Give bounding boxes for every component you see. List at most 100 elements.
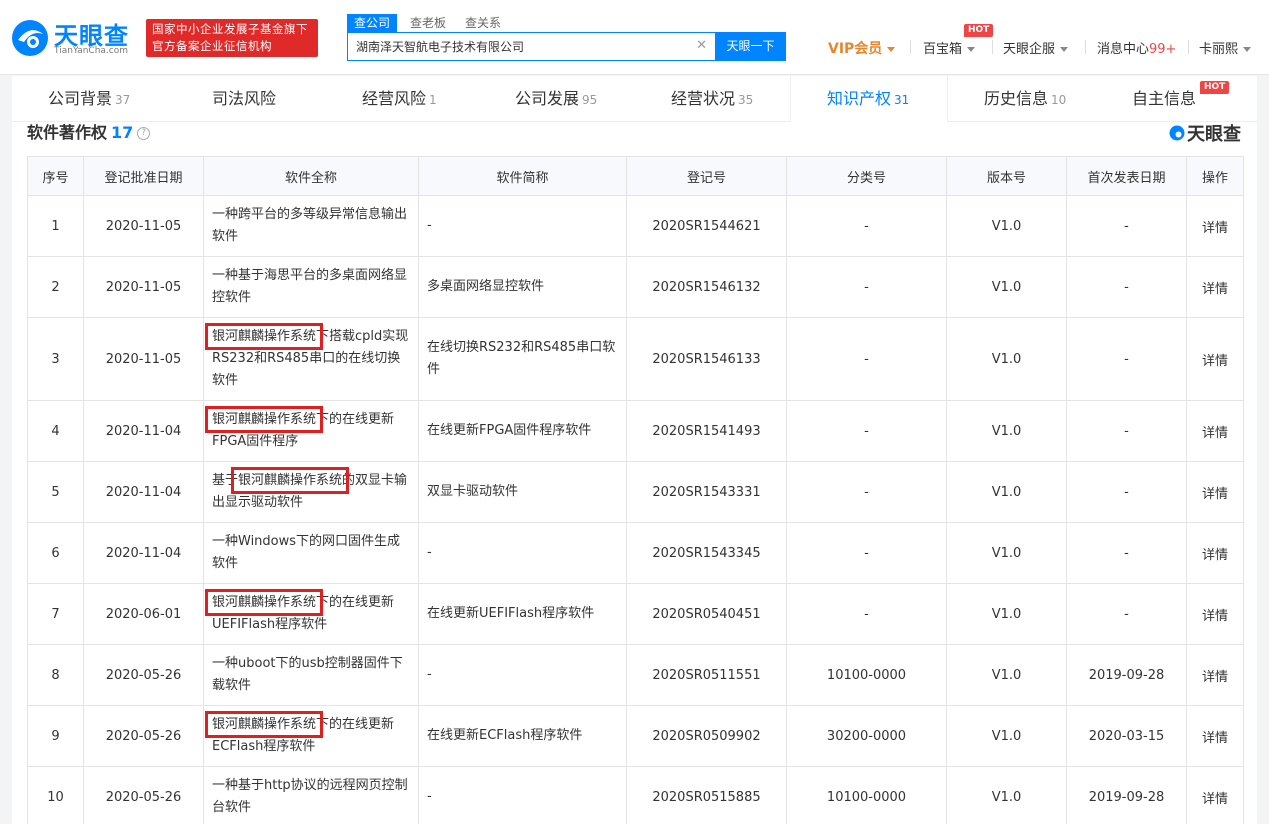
tianyancha-watermark: 天眼查 — [1169, 122, 1241, 145]
cell-short-name: - — [418, 522, 627, 584]
column-header-col-full-name: 软件全称 — [203, 156, 419, 196]
cell-first-publish-date: - — [1066, 317, 1187, 401]
cell-detail-link[interactable]: 详情 — [1186, 195, 1244, 257]
cell-detail-link[interactable]: 详情 — [1186, 522, 1244, 584]
chevron-down-icon — [1060, 47, 1069, 52]
cell-class-no: - — [786, 195, 947, 257]
badge-line-1: 国家中小企业发展子基金旗下 — [152, 22, 308, 36]
tab-label: 经营风险 — [362, 89, 427, 108]
message-count: 99+ — [1149, 42, 1177, 57]
cell-reg-no: 2020SR1541493 — [626, 400, 787, 462]
message-center-link[interactable]: 消息中心99+ — [1097, 38, 1177, 57]
search-input[interactable] — [348, 33, 688, 60]
cell-reg-no: 2020SR1543331 — [626, 461, 787, 523]
cell-version: V1.0 — [946, 644, 1067, 706]
cell-detail-link[interactable]: 详情 — [1186, 705, 1244, 767]
tab-label: 经营状况 — [671, 89, 736, 108]
cell-row-index: 3 — [27, 317, 84, 401]
tab-label: 公司背景 — [48, 89, 113, 108]
search-tab-relation[interactable]: 查关系 — [458, 14, 508, 32]
cell-full-name: 银河麒麟操作系统下的在线更新FPGA固件程序 — [203, 400, 419, 462]
cell-class-no: - — [786, 461, 947, 523]
software-copyright-table: 序号 登记批准日期 软件全称 软件简称 登记号 分类号 版本号 首次发表日期 操作 1 2020-… — [27, 156, 1244, 824]
cell-row-index: 4 — [27, 400, 84, 462]
cell-row-index: 5 — [27, 461, 84, 523]
tab-count: 95 — [582, 93, 598, 107]
table-row: 5 2020-11-04 基于银河麒麟操作系统的双显卡输出显示驱动软件 双显卡驱动软件… — [27, 461, 1244, 523]
cell-detail-link[interactable]: 详情 — [1186, 644, 1244, 706]
tab-operating-status[interactable]: 经营状况 35 — [671, 76, 753, 122]
user-menu[interactable]: 卡丽熙 — [1199, 38, 1252, 57]
cell-first-publish-date: - — [1066, 461, 1187, 523]
cell-detail-link[interactable]: 详情 — [1186, 766, 1244, 824]
column-header-col-index: 序号 — [27, 156, 84, 196]
chevron-down-icon — [1243, 47, 1252, 52]
qiye-label: 天眼企服 — [1003, 42, 1056, 57]
help-icon[interactable]: ? — [137, 127, 151, 140]
cell-class-no: 30200-0000 — [786, 705, 947, 767]
cell-class-no: - — [786, 256, 947, 318]
search-tab-company[interactable]: 查公司 — [347, 14, 398, 32]
cell-version: V1.0 — [946, 705, 1067, 767]
cell-first-publish-date: 2019-09-28 — [1066, 644, 1187, 706]
tab-company-background[interactable]: 公司背景 37 — [48, 76, 130, 122]
cell-short-name: - — [418, 766, 627, 824]
tab-history[interactable]: 历史信息 10 — [984, 76, 1066, 122]
section-title: 软件著作权 17? — [27, 122, 151, 144]
search-tab-boss[interactable]: 查老板 — [403, 14, 453, 32]
cell-detail-link[interactable]: 详情 — [1186, 400, 1244, 462]
search-button[interactable]: 天眼一下 — [715, 32, 786, 61]
cell-first-publish-date: - — [1066, 583, 1187, 645]
cell-first-publish-date: - — [1066, 195, 1187, 257]
cell-detail-link[interactable]: 详情 — [1186, 256, 1244, 318]
column-header-col-approval-date: 登记批准日期 — [83, 156, 204, 196]
qiye-menu[interactable]: 天眼企服 — [1003, 38, 1069, 57]
cell-approval-date: 2020-05-26 — [83, 644, 204, 706]
search-box: ✕ — [347, 32, 715, 61]
cell-reg-no: 2020SR0515885 — [626, 766, 787, 824]
tab-count: 1 — [429, 93, 437, 107]
cell-approval-date: 2020-06-01 — [83, 583, 204, 645]
cell-first-publish-date: - — [1066, 256, 1187, 318]
cell-row-index: 10 — [27, 766, 84, 824]
cell-short-name: 在线更新UEFIFlash程序软件 — [418, 583, 627, 645]
tab-count: 10 — [1051, 93, 1067, 107]
cell-detail-link[interactable]: 详情 — [1186, 583, 1244, 645]
tab-operating-risk[interactable]: 经营风险 1 — [362, 76, 437, 122]
cell-detail-link[interactable]: 详情 — [1186, 461, 1244, 523]
cell-short-name: 双显卡驱动软件 — [418, 461, 627, 523]
cell-row-index: 7 — [27, 583, 84, 645]
section-count: 17 — [111, 123, 134, 142]
cell-class-no: 10100-0000 — [786, 644, 947, 706]
tab-label: 历史信息 — [984, 89, 1049, 108]
tab-company-development[interactable]: 公司发展 95 — [515, 76, 597, 122]
table-row: 3 2020-11-05 银河麒麟操作系统下搭载cpld实现RS232和RS485串… — [27, 317, 1244, 401]
tab-label: 自主信息 — [1132, 89, 1197, 108]
hot-badge: HOT — [964, 24, 994, 37]
chevron-down-icon — [967, 47, 976, 52]
cell-detail-link[interactable]: 详情 — [1186, 317, 1244, 401]
top-header: 天眼查 TianYanCha.com 国家中小企业发展子基金旗下 官方备案企业征… — [0, 0, 1269, 75]
cell-reg-no: 2020SR1546133 — [626, 317, 787, 401]
cell-first-publish-date: - — [1066, 400, 1187, 462]
tab-label: 知识产权 — [827, 89, 892, 108]
cell-version: V1.0 — [946, 766, 1067, 824]
cell-version: V1.0 — [946, 461, 1067, 523]
baobaoxiang-menu[interactable]: 百宝箱 — [923, 38, 976, 57]
clear-icon[interactable]: ✕ — [696, 38, 707, 53]
vip-label: VIP会员 — [828, 41, 883, 57]
tab-legal-risk[interactable]: 司法风险 — [212, 76, 279, 122]
cell-first-publish-date: - — [1066, 522, 1187, 584]
brand-text: 天眼查 — [1187, 124, 1241, 145]
vip-menu[interactable]: VIP会员 — [828, 38, 896, 57]
tianyancha-logo[interactable]: 天眼查 TianYanCha.com — [10, 16, 140, 60]
cell-approval-date: 2020-11-04 — [83, 461, 204, 523]
tab-self-info[interactable]: 自主信息 — [1132, 76, 1199, 122]
tab-intellectual-property[interactable]: 知识产权 31 — [827, 76, 909, 122]
cell-full-name: 一种Windows下的网口固件生成软件 — [203, 522, 419, 584]
cell-approval-date: 2020-11-05 — [83, 317, 204, 401]
cell-row-index: 6 — [27, 522, 84, 584]
table-row: 4 2020-11-04 银河麒麟操作系统下的在线更新FPGA固件程序 在线更新FPG… — [27, 400, 1244, 462]
section-title-text: 软件著作权 — [27, 123, 108, 142]
logo-eye-icon — [12, 20, 48, 56]
